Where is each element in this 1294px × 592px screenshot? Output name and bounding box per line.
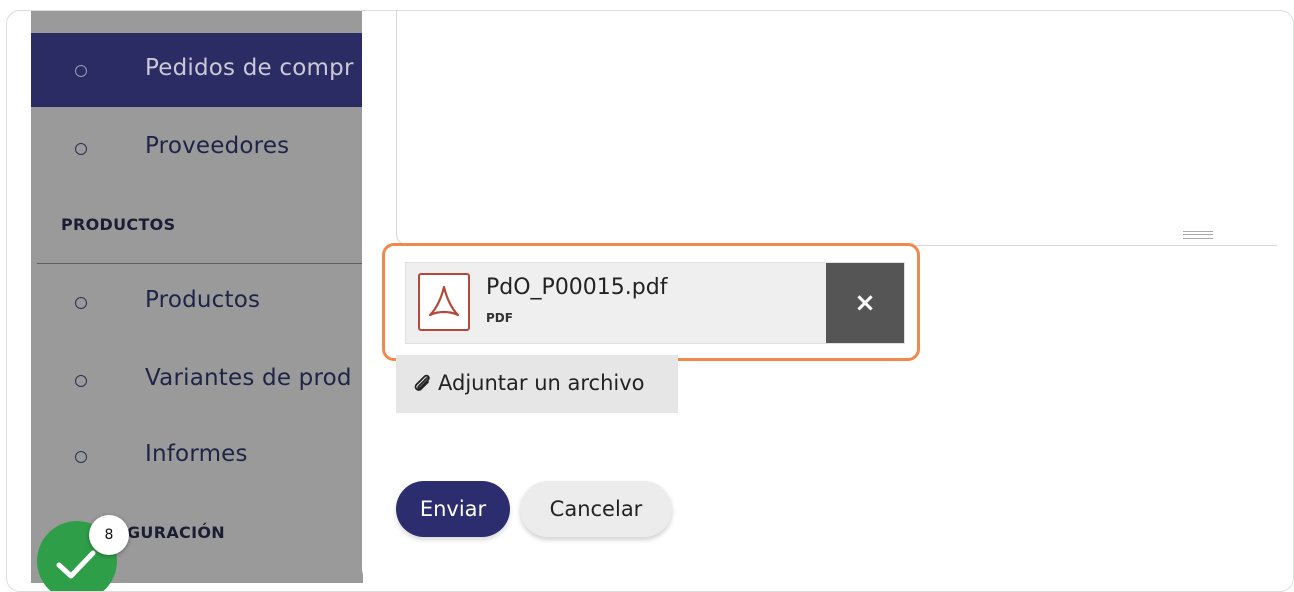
sidebar-item-products[interactable]: Productos (31, 265, 363, 339)
compose-dialog: PdO_P00015.pdf PDF × Adjuntar un archivo… (362, 11, 1293, 583)
circle-bullet-icon (75, 65, 87, 77)
sidebar-item-label: Proveedores (145, 133, 290, 159)
app-frame: Pedidos de compr Proveedores PRODUCTOS P… (6, 10, 1294, 592)
sidebar-item-label: Informes (145, 441, 248, 467)
sidebar-divider (37, 263, 363, 264)
sidebar-item-label: Variantes de prod (145, 365, 352, 391)
sidebar-item-purchase-orders[interactable]: Pedidos de compr (31, 33, 363, 107)
cancel-button[interactable]: Cancelar (520, 481, 672, 537)
pdf-file-icon (418, 273, 470, 331)
sidebar-item-label: Productos (145, 287, 261, 313)
message-textarea[interactable] (396, 11, 1277, 246)
circle-bullet-icon (75, 297, 87, 309)
sidebar-item-suppliers[interactable]: Proveedores (31, 111, 363, 185)
sidebar-item-reports[interactable]: Informes (31, 419, 363, 493)
paperclip-icon (412, 372, 434, 394)
sidebar-section-products: PRODUCTOS (61, 215, 176, 234)
sidebar-section-config: GURACIÓN (127, 523, 225, 542)
sidebar-item-product-variants[interactable]: Variantes de prod (31, 343, 363, 417)
attachment-file-name: PdO_P00015.pdf (486, 275, 668, 300)
sidebar: Pedidos de compr Proveedores PRODUCTOS P… (31, 11, 363, 583)
remove-attachment-button[interactable]: × (826, 263, 904, 343)
attachment-item[interactable]: PdO_P00015.pdf PDF × (405, 262, 905, 344)
circle-bullet-icon (75, 451, 87, 463)
attach-file-button[interactable]: Adjuntar un archivo (396, 355, 678, 413)
send-button[interactable]: Enviar (396, 481, 510, 537)
notification-count-badge: 8 (89, 515, 129, 555)
circle-bullet-icon (75, 375, 87, 387)
attach-file-label: Adjuntar un archivo (438, 371, 645, 395)
attachment-file-type: PDF (486, 311, 513, 325)
sidebar-item-label: Pedidos de compr (145, 55, 354, 81)
resize-handle-icon[interactable] (1183, 231, 1213, 239)
circle-bullet-icon (75, 143, 87, 155)
